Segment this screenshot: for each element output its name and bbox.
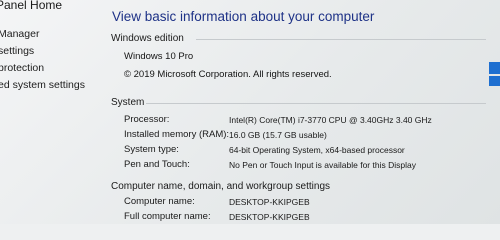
pen-and-touch-label: Pen and Touch: [124,159,190,170]
windows-edition-divider [196,39,486,40]
copyright-text: © 2019 Microsoft Corporation. All rights… [124,69,332,80]
processor-value: Intel(R) Core(TM) i7-3770 CPU @ 3.40GHz … [229,115,432,125]
windows-logo-icon [489,62,500,74]
main-content: View basic information about your comput… [0,0,500,224]
system-divider [146,103,486,104]
installed-memory-value: 16.0 GB (15.7 GB usable) [229,130,327,140]
computer-name-label: Computer name: [124,196,195,207]
full-computer-name-label: Full computer name: [124,211,211,222]
system-type-label: System type: [124,144,179,155]
system-heading: System [111,97,145,108]
page-title: View basic information about your comput… [112,9,375,24]
installed-memory-label: Installed memory (RAM): [124,129,230,140]
windows-logo-lower-icon [489,76,500,86]
processor-label: Processor: [124,114,170,125]
windows-edition-heading: Windows edition [111,33,184,44]
system-type-value: 64-bit Operating System, x64-based proce… [229,145,405,155]
system-control-panel-window: Panel Home Manager settings protection e… [0,0,500,224]
full-computer-name-value: DESKTOP-KKIPGEB [229,212,310,222]
computer-name-value: DESKTOP-KKIPGEB [229,197,310,207]
windows-edition-value: Windows 10 Pro [124,51,194,62]
computer-name-heading: Computer name, domain, and workgroup set… [111,181,331,192]
pen-and-touch-value: No Pen or Touch Input is available for t… [229,160,416,170]
